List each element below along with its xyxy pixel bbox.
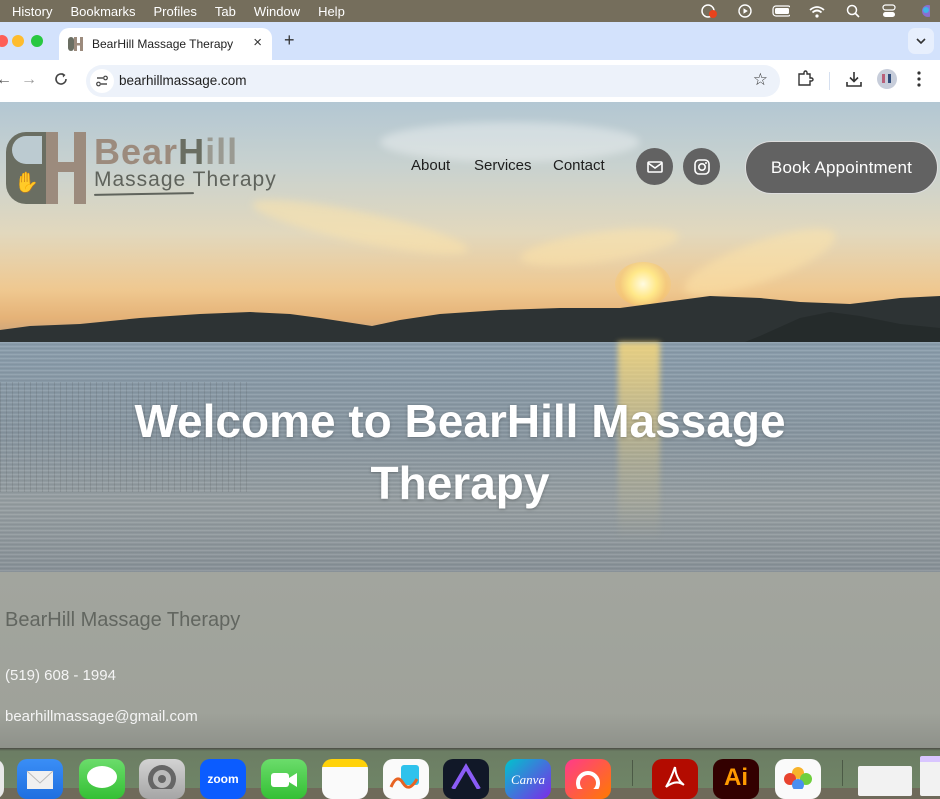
menu-tab[interactable]: Tab <box>215 4 236 19</box>
siri-icon[interactable] <box>916 4 934 18</box>
dock-app-system-settings[interactable] <box>139 759 185 799</box>
back-button[interactable]: ← <box>0 71 12 89</box>
reload-button[interactable] <box>54 72 68 91</box>
dock-app-canva[interactable]: Canva <box>505 759 551 799</box>
footer-phone[interactable]: (519) 608 - 1994 <box>5 667 116 684</box>
play-icon[interactable] <box>736 4 754 18</box>
site-favicon-icon <box>68 37 84 51</box>
dock-separator <box>632 760 633 786</box>
book-appointment-button[interactable]: Book Appointment <box>745 141 938 194</box>
browser-menu-icon[interactable] <box>916 70 922 93</box>
webpage: ✋ BearHill Massage Therapy About Service… <box>0 102 940 748</box>
dock-app-photos[interactable] <box>775 759 821 799</box>
menu-help[interactable]: Help <box>318 4 345 19</box>
dock-app-messages[interactable] <box>79 759 125 799</box>
toolbar-divider <box>829 72 830 90</box>
footer-business-name: BearHill Massage Therapy <box>5 609 241 631</box>
extensions-icon[interactable] <box>796 70 814 93</box>
tab-close-icon[interactable]: × <box>253 34 262 51</box>
menu-bookmarks[interactable]: Bookmarks <box>70 4 135 19</box>
wifi-icon[interactable] <box>808 4 826 18</box>
dock-app-acrobat[interactable] <box>652 759 698 799</box>
hero-heading: Welcome to BearHill Massage Therapy <box>134 395 786 509</box>
hand-print-icon: ✋ <box>14 172 39 194</box>
url-text[interactable]: bearhillmassage.com <box>119 73 247 88</box>
dock-app-finder[interactable] <box>0 759 4 799</box>
instagram-icon <box>693 158 710 175</box>
site-logo[interactable]: ✋ BearHill Massage Therapy <box>6 132 286 207</box>
menu-window[interactable]: Window <box>254 4 300 19</box>
macos-dock: zoom Canva Ai <box>0 748 940 799</box>
downloads-icon[interactable] <box>845 70 863 93</box>
logo-wordmark: BearHill <box>94 131 239 172</box>
close-window-button[interactable] <box>0 35 8 47</box>
dock-app-creative-cloud[interactable] <box>565 759 611 799</box>
dock-separator <box>842 760 843 786</box>
new-tab-button[interactable]: + <box>284 30 295 51</box>
menu-profiles[interactable]: Profiles <box>153 4 196 19</box>
dock-app-affinity[interactable] <box>443 759 489 799</box>
control-center-icon[interactable] <box>880 4 898 18</box>
macos-menubar: History Bookmarks Profiles Tab Window He… <box>0 0 940 22</box>
logo-underline <box>93 192 195 196</box>
site-footer: BearHill Massage Therapy (519) 608 - 199… <box>0 572 940 748</box>
dock-app-illustrator[interactable]: Ai <box>713 759 759 799</box>
nav-contact[interactable]: Contact <box>553 157 605 174</box>
instagram-button[interactable] <box>683 148 720 185</box>
footer-email[interactable]: bearhillmassage@gmail.com <box>5 708 198 725</box>
browser-tabstrip: BearHill Massage Therapy × + <box>0 22 940 60</box>
nav-services[interactable]: Services <box>474 157 532 174</box>
hero-cloud <box>380 122 640 162</box>
hero-section: ✋ BearHill Massage Therapy About Service… <box>0 102 940 572</box>
browser-toolbar: ← → bearhillmassage.com ☆ <box>0 60 940 102</box>
profile-avatar[interactable] <box>877 69 897 94</box>
dock-app-zoom[interactable]: zoom <box>200 759 246 799</box>
screen-record-icon[interactable] <box>700 4 718 18</box>
address-bar[interactable]: bearhillmassage.com ☆ <box>86 65 780 97</box>
logo-monogram-h <box>46 132 86 204</box>
tab-search-button[interactable] <box>908 28 934 54</box>
dock-app-facetime[interactable] <box>261 759 307 799</box>
tab-title: BearHill Massage Therapy <box>92 37 234 51</box>
browser-tab[interactable]: BearHill Massage Therapy × <box>59 28 272 60</box>
dock-app-notes[interactable] <box>322 759 368 799</box>
minimize-window-button[interactable] <box>12 35 24 47</box>
site-info-icon[interactable] <box>90 69 114 93</box>
zoom-window-button[interactable] <box>31 35 43 47</box>
logo-subtitle: Massage Therapy <box>94 168 277 191</box>
chevron-down-icon <box>916 38 926 44</box>
dock-window-preview[interactable] <box>858 766 912 796</box>
menu-history[interactable]: History <box>12 4 52 19</box>
email-button[interactable] <box>636 148 673 185</box>
mail-icon <box>646 160 663 173</box>
forward-button[interactable]: → <box>21 71 37 89</box>
reload-icon <box>55 73 67 85</box>
dock-window-preview[interactable] <box>920 756 940 796</box>
dock-app-freeform[interactable] <box>383 759 429 799</box>
battery-icon[interactable] <box>772 4 790 18</box>
spotlight-search-icon[interactable] <box>844 4 862 18</box>
nav-about[interactable]: About <box>411 157 450 174</box>
dock-app-mail[interactable] <box>17 759 63 799</box>
bookmark-star-icon[interactable]: ☆ <box>753 70 768 90</box>
